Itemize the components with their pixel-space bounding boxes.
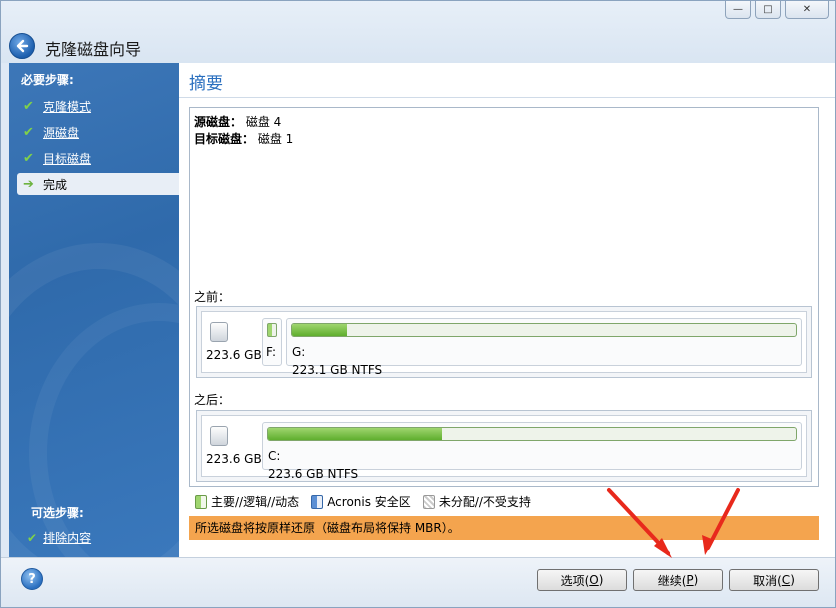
cancel-button[interactable]: 取消(C) xyxy=(729,569,819,591)
options-accesskey: O xyxy=(589,573,599,587)
target-disk-label: 目标磁盘： xyxy=(194,132,255,146)
primary-partition-swatch-icon xyxy=(195,494,207,509)
target-disk-row: 目标磁盘： 磁盘 1 xyxy=(194,131,293,148)
partition-letter: G: xyxy=(292,345,306,359)
required-steps-header: 必要步骤: xyxy=(21,73,74,87)
continue-label: 继续( xyxy=(657,573,687,588)
paren: ) xyxy=(598,573,604,587)
close-icon: ✕ xyxy=(802,4,812,15)
warning-banner: 所选磁盘将按原样还原（磁盘布局将保持 MBR）。 xyxy=(189,516,819,540)
sidebar-step-label: 完成 xyxy=(43,177,68,192)
window-title: 克隆磁盘向导 xyxy=(45,40,142,59)
source-disk-value: 磁盘 4 xyxy=(245,115,282,129)
after-disk: 223.6 GB C: 223.6 GB NTFS xyxy=(201,415,807,481)
legend-item-acronis: Acronis 安全区 xyxy=(311,493,411,510)
partition-usage-bar xyxy=(267,323,277,337)
sidebar-step-target-disk[interactable]: ✔ 目标磁盘 xyxy=(17,147,179,169)
secure-zone-swatch-icon xyxy=(311,494,324,509)
wizard-sidebar: 必要步骤: ✔ 克隆模式 ✔ 源磁盘 ✔ 目标磁盘 ➔ 完成 可选步骤: ✔ 排… xyxy=(9,63,179,557)
sidebar-step-finish[interactable]: ➔ 完成 xyxy=(17,173,179,195)
sidebar-step-clone-mode[interactable]: ✔ 克隆模式 xyxy=(17,95,179,117)
window-controls: — □ ✕ xyxy=(725,1,829,19)
optional-steps-header: 可选步骤: xyxy=(31,506,84,520)
sidebar-step-label: 目标磁盘 xyxy=(43,151,92,166)
disk-icon xyxy=(210,322,228,342)
sidebar-step-source-disk[interactable]: ✔ 源磁盘 xyxy=(17,121,179,143)
legend-label: Acronis 安全区 xyxy=(327,495,411,509)
paren: ) xyxy=(790,573,795,587)
before-disk-layout: 223.6 GB F: G: 223.1 GB NTFS xyxy=(196,306,812,378)
disk-size: 223.6 GB xyxy=(206,348,262,362)
partition-usage-bar xyxy=(291,323,797,337)
footer-bar: ? 选项(O) 继续(P) 取消(C) xyxy=(1,557,835,607)
maximize-icon: □ xyxy=(763,4,773,15)
check-icon: ✔ xyxy=(23,150,34,166)
sidebar-step-label: 克隆模式 xyxy=(43,99,92,114)
partition-usage-bar xyxy=(267,427,797,441)
check-icon: ✔ xyxy=(23,124,34,140)
continue-accesskey: P xyxy=(686,573,694,587)
partition-letter: F: xyxy=(266,345,277,359)
after-disk-layout: 223.6 GB C: 223.6 GB NTFS xyxy=(196,410,812,482)
sidebar-step-label: 排除内容 xyxy=(43,531,92,545)
back-button[interactable] xyxy=(9,33,35,59)
target-disk-value: 磁盘 1 xyxy=(257,132,294,146)
disk-info: 源磁盘： 磁盘 4 目标磁盘： 磁盘 1 xyxy=(194,114,293,148)
check-icon: ✔ xyxy=(27,530,38,545)
options-label: 选项( xyxy=(560,573,590,588)
source-disk-label: 源磁盘： xyxy=(194,115,243,129)
paren: ) xyxy=(693,573,699,587)
legend: 主要//逻辑//动态 Acronis 安全区 未分配//不受支持 xyxy=(195,493,539,510)
partition-letter: C: xyxy=(268,449,281,463)
legend-item-primary: 主要//逻辑//动态 xyxy=(195,493,299,510)
arrow-right-icon: ➔ xyxy=(23,176,34,192)
check-icon: ✔ xyxy=(23,98,34,114)
partition-usage-fill xyxy=(292,324,348,336)
summary-panel: 摘要 源磁盘： 磁盘 4 目标磁盘： 磁盘 1 之前： 223.6 GB F: xyxy=(179,63,835,557)
unallocated-swatch-icon xyxy=(422,494,435,509)
legend-label: 未分配//不受支持 xyxy=(438,495,531,509)
maximize-button[interactable]: □ xyxy=(755,1,781,19)
disk-icon xyxy=(210,426,228,446)
help-icon[interactable]: ? xyxy=(21,568,43,590)
page-title: 摘要 xyxy=(189,74,223,94)
clone-disk-wizard-window: — □ ✕ 克隆磁盘向导 必要步骤: ✔ 克隆模式 ✔ 源磁盘 ✔ 目标磁盘 ➔… xyxy=(0,0,836,608)
titlebar: — □ ✕ 克隆磁盘向导 xyxy=(1,1,835,63)
cancel-label: 取消( xyxy=(753,573,782,588)
legend-item-unallocated: 未分配//不受支持 xyxy=(422,493,531,510)
disk-size: 223.6 GB xyxy=(206,452,262,466)
after-label: 之后： xyxy=(194,393,231,407)
partition-info: 223.6 GB NTFS xyxy=(268,467,359,481)
partition-info: 223.1 GB NTFS xyxy=(292,363,383,377)
partition-f[interactable]: F: xyxy=(262,318,282,366)
before-label: 之前： xyxy=(194,290,231,304)
cancel-accesskey: C xyxy=(781,573,791,587)
partition-usage-fill xyxy=(268,428,443,440)
minimize-button[interactable]: — xyxy=(725,1,751,19)
continue-button[interactable]: 继续(P) xyxy=(633,569,723,591)
summary-content: 源磁盘： 磁盘 4 目标磁盘： 磁盘 1 之前： 223.6 GB F: G: … xyxy=(189,107,819,487)
partition-g[interactable]: G: 223.1 GB NTFS xyxy=(286,318,802,377)
options-button[interactable]: 选项(O) xyxy=(537,569,627,591)
back-arrow-icon xyxy=(16,39,29,53)
divider xyxy=(179,97,835,98)
source-disk-row: 源磁盘： 磁盘 4 xyxy=(194,114,293,131)
before-disk: 223.6 GB F: G: 223.1 GB NTFS xyxy=(201,311,807,377)
partition-c[interactable]: C: 223.6 GB NTFS xyxy=(262,422,802,481)
legend-label: 主要//逻辑//动态 xyxy=(211,495,300,509)
minimize-icon: — xyxy=(733,4,743,15)
sidebar-step-exclude-content[interactable]: ✔ 排除内容 xyxy=(27,529,91,546)
sidebar-step-label: 源磁盘 xyxy=(43,125,80,140)
close-button[interactable]: ✕ xyxy=(785,1,829,19)
